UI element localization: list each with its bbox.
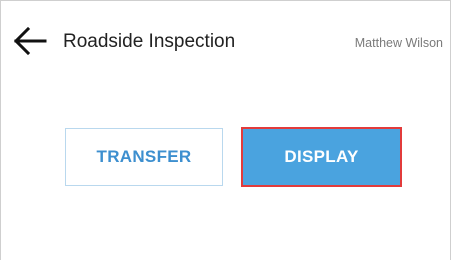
page-title: Roadside Inspection — [63, 31, 236, 52]
display-button-label: DISPLAY — [284, 147, 359, 166]
transfer-button[interactable]: TRANSFER — [65, 128, 223, 186]
back-button[interactable] — [13, 27, 47, 55]
transfer-button-label: TRANSFER — [96, 147, 192, 166]
display-button[interactable]: DISPLAY — [241, 127, 402, 187]
arrow-left-icon — [13, 27, 47, 55]
app-screen: Roadside Inspection Matthew Wilson TRANS… — [0, 0, 451, 260]
user-name: Matthew Wilson — [354, 36, 443, 50]
